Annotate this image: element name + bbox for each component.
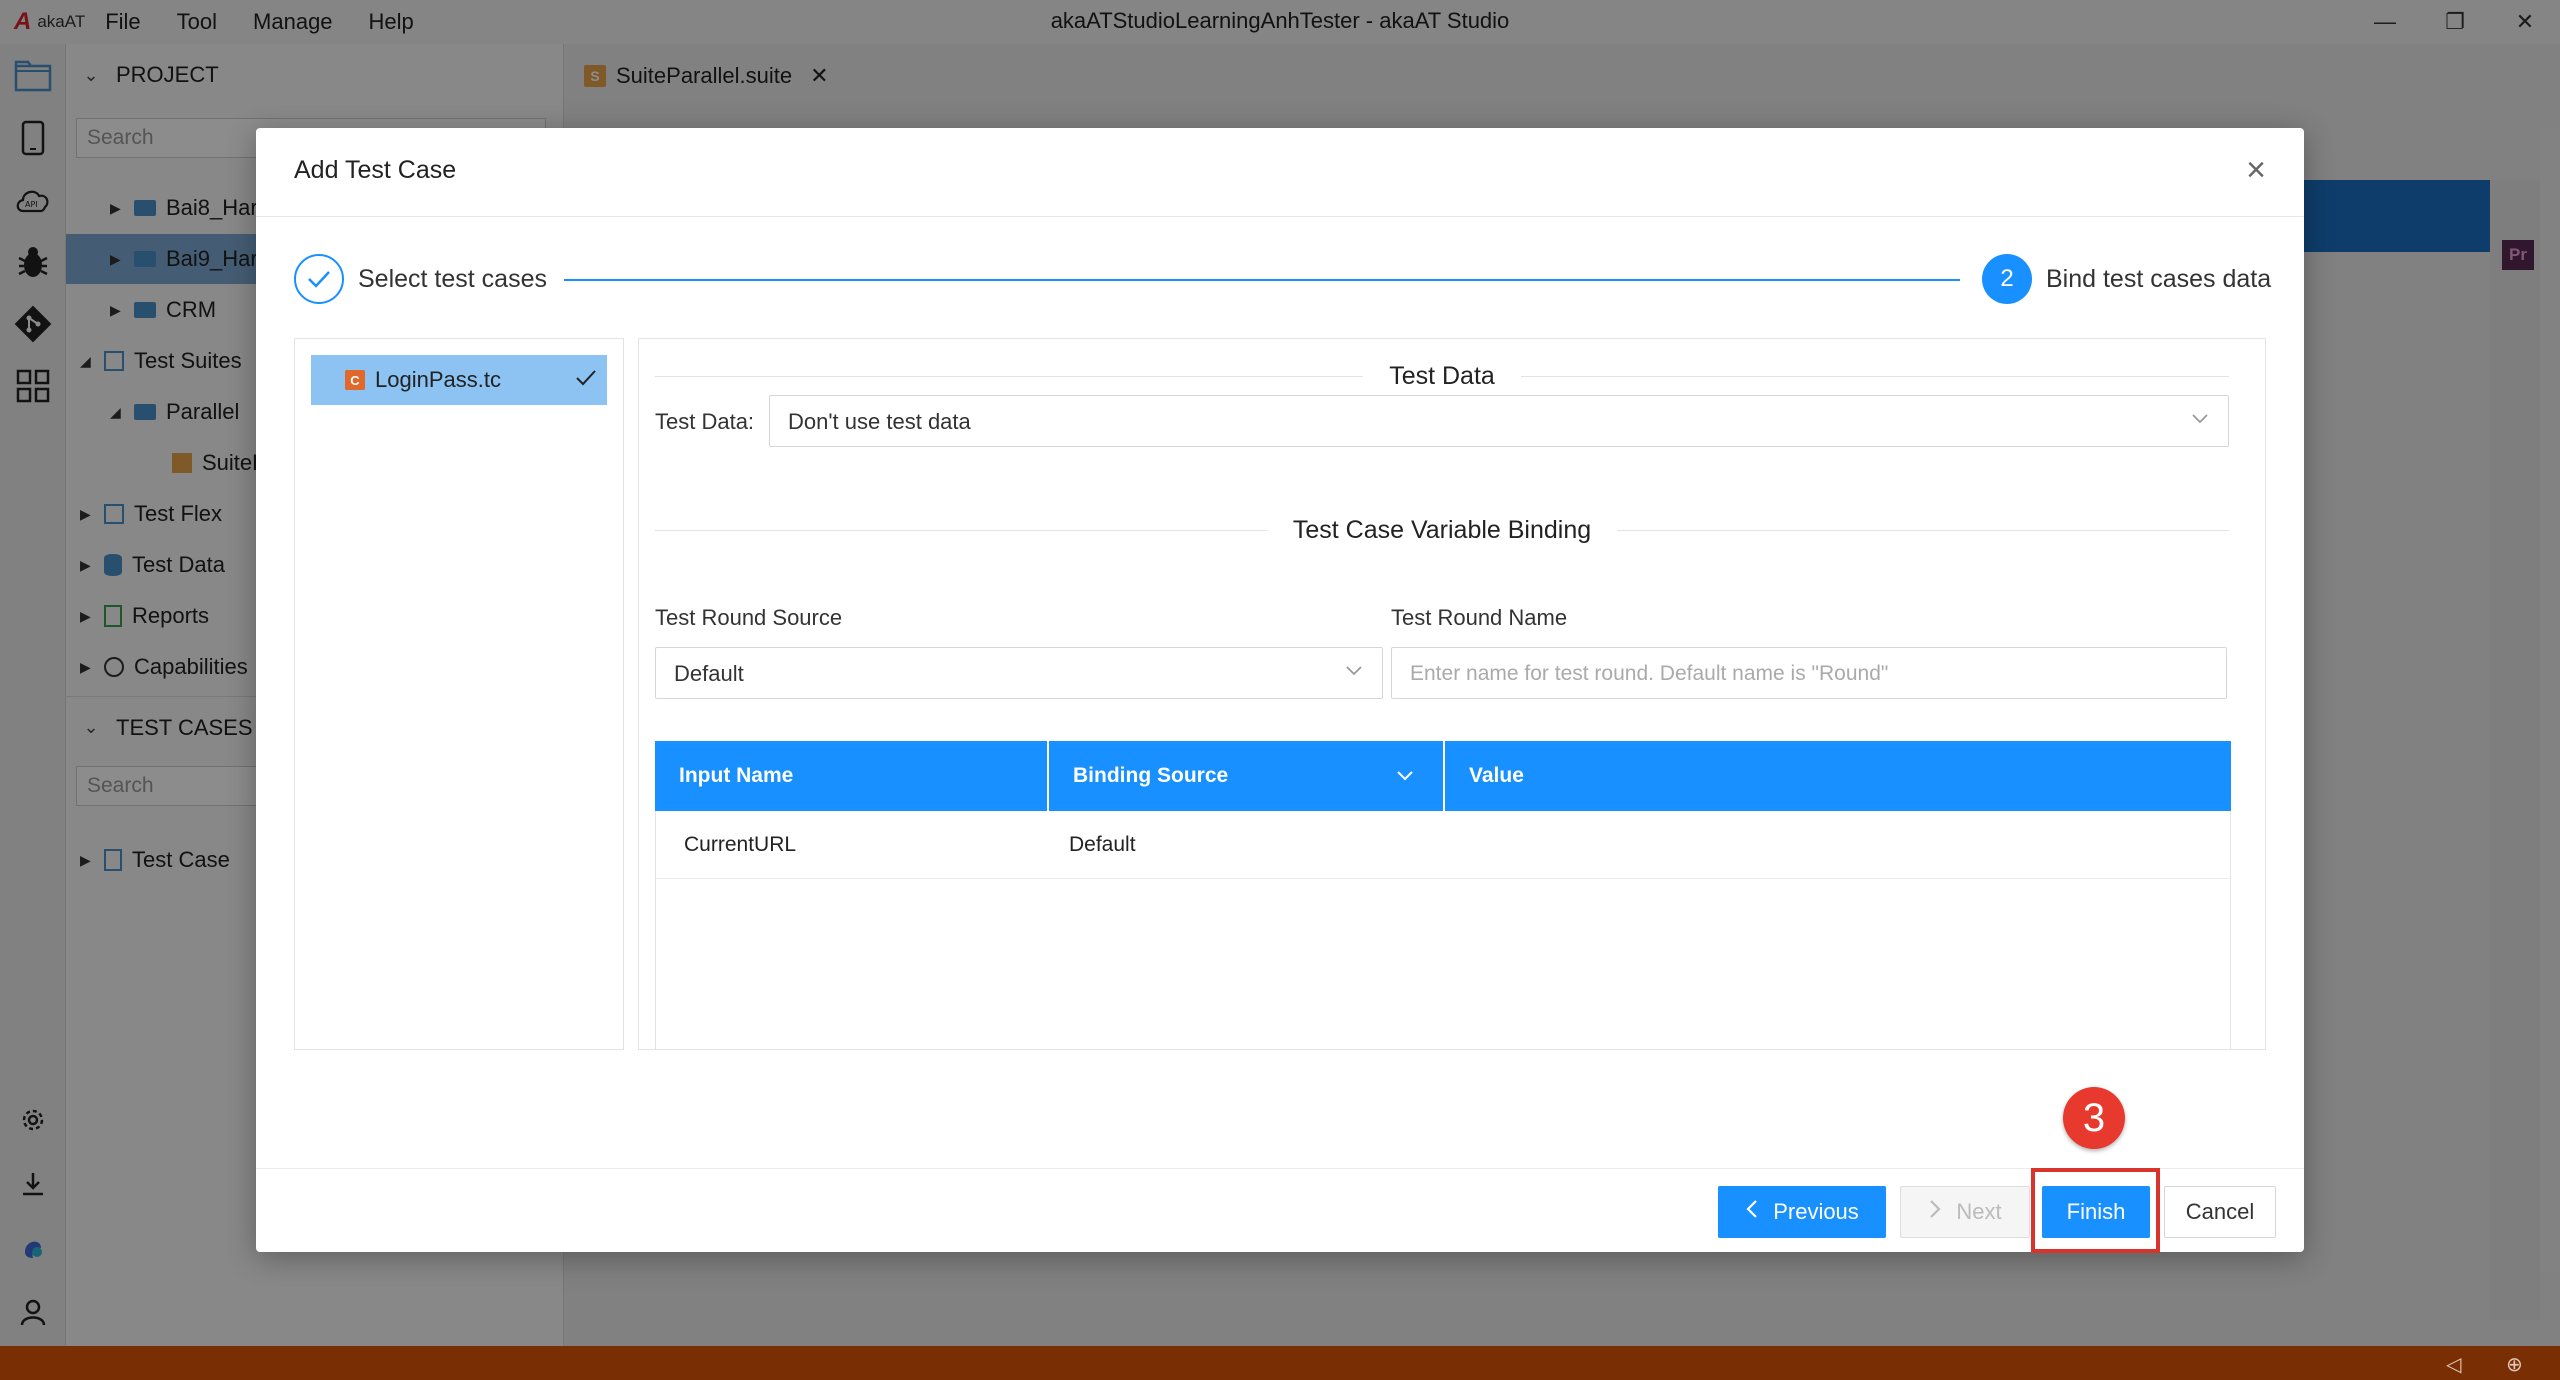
cell-binding-source[interactable]: Default [1069, 833, 1136, 857]
round-source-select[interactable]: Default [655, 647, 1383, 699]
step-1-check-icon [294, 254, 344, 304]
step-2-label: Bind test cases data [2046, 265, 2272, 293]
close-icon[interactable]: × [2236, 150, 2276, 190]
binding-pane: Test Data Test Data: Don't use test data… [638, 338, 2266, 1050]
chevron-down-icon [2190, 408, 2210, 434]
step-2-number: 2 [1982, 254, 2032, 304]
list-item-login-pass[interactable]: C LoginPass.tc [311, 355, 607, 405]
cell-input-name: CurrentURL [684, 833, 797, 856]
target-icon[interactable]: ⊕ [2506, 1352, 2523, 1377]
column-binding-source[interactable]: Binding Source [1049, 741, 1228, 811]
variable-binding-section-title: Test Case Variable Binding [655, 515, 2230, 545]
dialog-title: Add Test Case [294, 156, 457, 184]
column-filter-chevron-icon[interactable] [1395, 765, 1415, 791]
round-name-label: Test Round Name [1391, 605, 1568, 630]
step-connector [564, 279, 1960, 281]
selected-test-cases-list: C LoginPass.tc [294, 338, 624, 1050]
finish-highlight-box [2031, 1168, 2160, 1253]
test-data-select[interactable]: Don't use test data [769, 395, 2229, 447]
test-data-section-title: Test Data [655, 361, 2230, 391]
previous-button[interactable]: Previous [1718, 1186, 1886, 1238]
chevron-down-icon [1344, 660, 1364, 686]
table-row[interactable]: CurrentURL Default [656, 811, 2230, 879]
step-annotation-badge: 3 [2063, 1087, 2125, 1149]
notification-icon[interactable]: ◁ [2446, 1352, 2461, 1377]
column-value[interactable]: Value [1445, 741, 1524, 811]
test-case-icon: C [345, 370, 365, 390]
next-button[interactable]: Next [1900, 1186, 2030, 1238]
footer-divider [256, 1168, 2304, 1169]
add-test-case-dialog: Add Test Case × Select test cases 2 Bind… [256, 128, 2304, 1252]
test-data-label: Test Data: [655, 409, 755, 434]
chevron-left-icon [1745, 1199, 1759, 1225]
status-bar: ◁ ⊕ [0, 1346, 2560, 1380]
header-divider [256, 216, 2304, 217]
round-source-label: Test Round Source [655, 605, 843, 630]
binding-grid-header: Input Name Binding Source Value [655, 741, 2231, 811]
column-input-name[interactable]: Input Name [655, 741, 793, 811]
step-1-label: Select test cases [358, 265, 547, 293]
chevron-right-icon [1928, 1199, 1942, 1225]
cancel-button[interactable]: Cancel [2164, 1186, 2276, 1238]
round-name-input[interactable]: Enter name for test round. Default name … [1391, 647, 2227, 699]
binding-grid-body: CurrentURL Default [655, 811, 2231, 1049]
check-icon [575, 367, 597, 395]
